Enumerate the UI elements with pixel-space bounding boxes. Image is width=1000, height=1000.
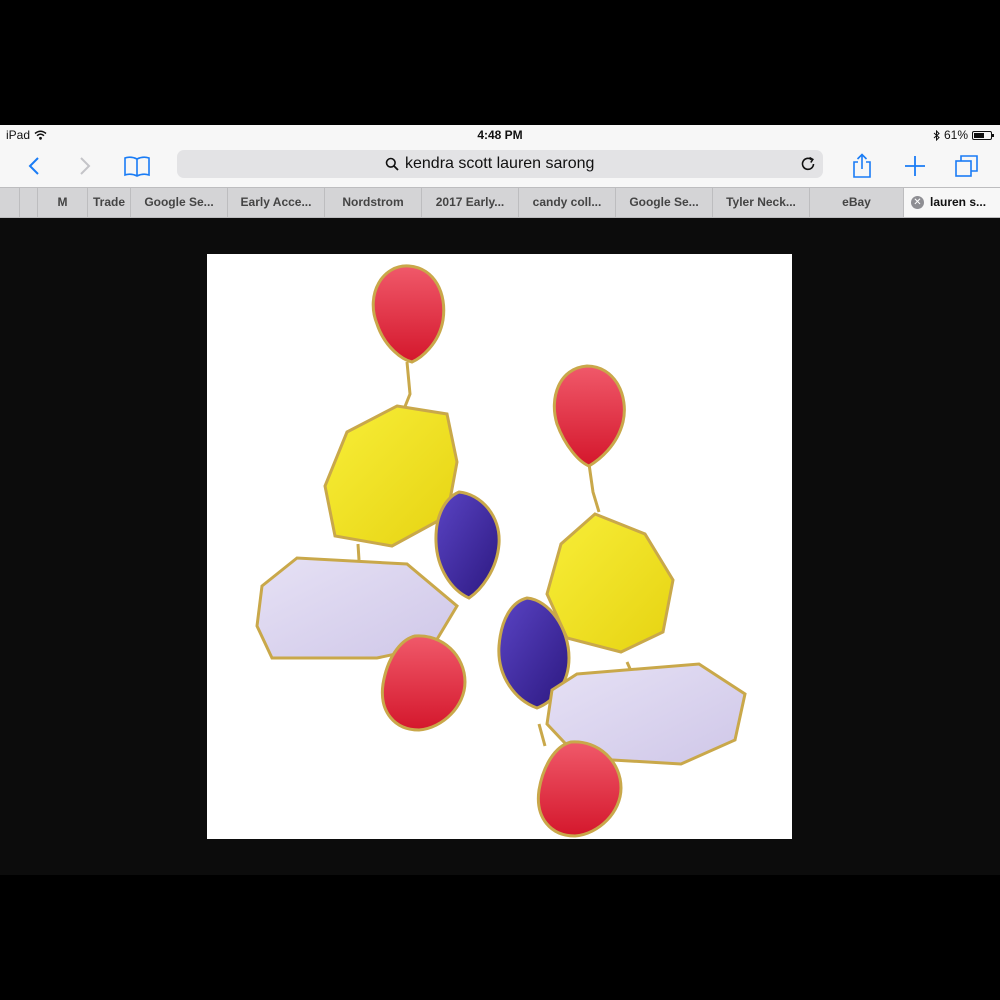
tab-active[interactable]: ✕ lauren s...: [904, 188, 1000, 217]
tab-10[interactable]: eBay: [810, 188, 904, 217]
back-icon: [28, 157, 39, 175]
close-tab-icon[interactable]: ✕: [911, 196, 924, 209]
tab-9[interactable]: Tyler Neck...: [713, 188, 810, 217]
share-button[interactable]: [842, 145, 882, 187]
search-input[interactable]: [399, 155, 615, 173]
earrings-illustration: [255, 264, 747, 838]
tab-5[interactable]: Nordstrom: [325, 188, 422, 217]
tab-1[interactable]: M: [38, 188, 88, 217]
forward-button[interactable]: [65, 145, 105, 187]
ipad-screen: iPad 4:48 PM 61% kendra scott lauren sar…: [0, 125, 1000, 875]
battery-icon: [972, 130, 994, 140]
battery-fill: [974, 132, 984, 138]
address-bar[interactable]: [177, 150, 823, 178]
tab-4[interactable]: Early Acce...: [228, 188, 325, 217]
tab-bar: M Trade Google Se... Early Acce... Nords…: [0, 187, 1000, 218]
page-content: [0, 218, 1000, 875]
tab-overflow-1[interactable]: [0, 188, 20, 217]
tab-overflow-2[interactable]: [20, 188, 38, 217]
product-image[interactable]: [207, 254, 792, 839]
plus-icon: [905, 156, 925, 176]
bookmarks-button[interactable]: [117, 145, 157, 187]
bookmarks-icon: [124, 156, 150, 177]
battery-percent: 61%: [943, 128, 968, 142]
status-bar: iPad 4:48 PM 61%: [0, 125, 1000, 145]
tab-6[interactable]: 2017 Early...: [422, 188, 519, 217]
tab-7[interactable]: candy coll...: [519, 188, 616, 217]
forward-icon: [80, 157, 91, 175]
right-earring: [497, 364, 747, 838]
tabs-icon: [955, 155, 978, 177]
back-button[interactable]: [14, 145, 54, 187]
search-icon: [385, 157, 399, 171]
browser-toolbar: [0, 145, 1000, 187]
tabs-overview-button[interactable]: [947, 145, 987, 187]
tab-2[interactable]: Trade: [88, 188, 131, 217]
new-tab-button[interactable]: [895, 145, 935, 187]
tab-3[interactable]: Google Se...: [131, 188, 228, 217]
reload-icon[interactable]: [799, 155, 817, 173]
tab-8[interactable]: Google Se...: [616, 188, 713, 217]
share-icon: [853, 153, 871, 178]
bluetooth-icon: [933, 129, 940, 141]
status-time: 4:48 PM: [477, 128, 523, 142]
left-earring: [255, 264, 501, 732]
